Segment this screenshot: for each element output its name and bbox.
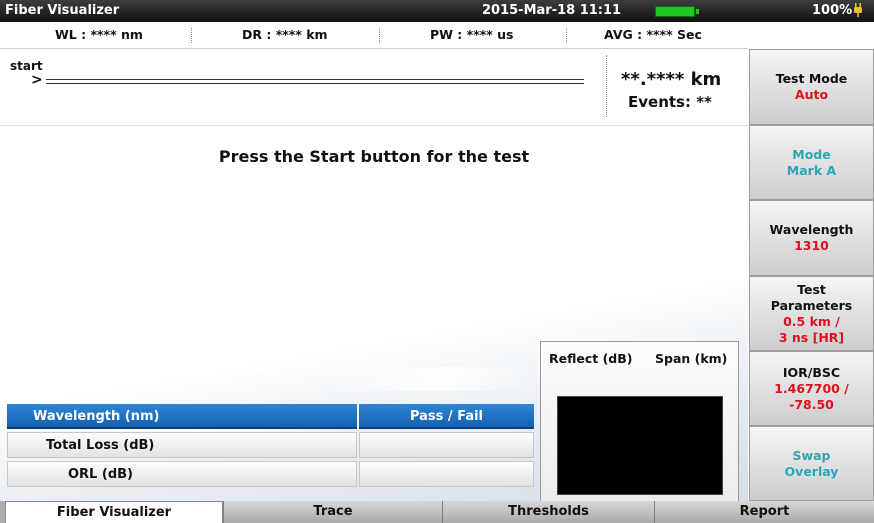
wavelength-label: Wavelength bbox=[769, 222, 854, 237]
swap-overlay-label-1: Swap bbox=[792, 447, 831, 463]
divider bbox=[566, 28, 567, 43]
divider bbox=[379, 28, 380, 43]
wavelength-header: Wavelength (nm) bbox=[33, 409, 160, 424]
test-parameters-label-1: Test bbox=[797, 281, 826, 297]
fiber-link-line bbox=[46, 79, 584, 84]
test-parameters-label-2: Parameters bbox=[770, 297, 853, 313]
total-loss-value bbox=[359, 432, 534, 458]
fiber-length: **.**** km bbox=[621, 69, 722, 90]
start-label: start bbox=[10, 59, 43, 73]
tab-fiber-visualizer[interactable]: Fiber Visualizer bbox=[5, 501, 223, 523]
test-mode-label: Test Mode bbox=[775, 71, 848, 86]
total-loss-label: Total Loss (dB) bbox=[7, 432, 357, 458]
tab-report[interactable]: Report bbox=[654, 501, 874, 523]
battery-tip bbox=[696, 9, 699, 14]
plug-icon bbox=[854, 3, 862, 17]
divider bbox=[191, 28, 192, 43]
decorative-streak bbox=[321, 367, 559, 391]
ior-bsc-value-2: -78.50 bbox=[789, 396, 834, 412]
fiber-summary: start > **.**** km Events: ** bbox=[0, 49, 748, 126]
wavelength-button[interactable]: Wavelength 1310 bbox=[749, 200, 874, 276]
datetime: 2015-Mar-18 11:11 bbox=[482, 3, 622, 18]
ior-bsc-button[interactable]: IOR/BSC 1.467700 / -78.50 bbox=[749, 351, 874, 426]
tab-trace[interactable]: Trace bbox=[223, 501, 442, 523]
averaging-info: AVG : **** Sec bbox=[604, 27, 702, 42]
event-panel: Reflect (dB) Span (km) bbox=[540, 341, 739, 501]
mode-value: Mark A bbox=[786, 162, 837, 178]
event-display bbox=[557, 396, 723, 495]
ior-bsc-label: IOR/BSC bbox=[782, 364, 841, 380]
pulse-width-info: PW : **** us bbox=[430, 27, 514, 42]
title-bar: Fiber Visualizer 2015-Mar-18 11:11 100% bbox=[0, 0, 874, 22]
span-label: Span (km) bbox=[655, 351, 728, 366]
start-prompt: Press the Start button for the test bbox=[218, 147, 530, 166]
test-mode-button[interactable]: Test Mode Auto bbox=[749, 49, 874, 125]
wavelength-value: 1310 bbox=[794, 238, 829, 253]
distance-range-info: DR : **** km bbox=[242, 27, 328, 42]
pass-fail-header: Pass / Fail bbox=[359, 404, 534, 429]
mode-label: Mode bbox=[792, 146, 831, 162]
results-table: Wavelength (nm) Pass / Fail Total Loss (… bbox=[7, 404, 536, 492]
test-parameters-button[interactable]: Test Parameters 0.5 km / 3 ns [HR] bbox=[749, 276, 874, 351]
side-panel: Test Mode Auto Mode Mark A Wavelength 13… bbox=[749, 49, 874, 501]
swap-overlay-button[interactable]: Swap Overlay bbox=[749, 426, 874, 501]
event-count: Events: ** bbox=[628, 93, 712, 111]
tab-thresholds[interactable]: Thresholds bbox=[442, 501, 654, 523]
test-parameters-value-2: 3 ns [HR] bbox=[778, 329, 845, 345]
swap-overlay-label-2: Overlay bbox=[784, 463, 839, 479]
start-arrow-icon: > bbox=[31, 72, 43, 88]
divider bbox=[606, 55, 607, 117]
info-bar: WL : **** nm DR : **** km PW : **** us A… bbox=[0, 22, 748, 49]
reflect-label: Reflect (dB) bbox=[549, 351, 633, 366]
ior-bsc-value-1: 1.467700 / bbox=[774, 380, 849, 396]
decorative-streak bbox=[51, 349, 329, 373]
battery-icon bbox=[655, 6, 695, 17]
mode-button[interactable]: Mode Mark A bbox=[749, 125, 874, 200]
tab-bar: Fiber Visualizer Trace Thresholds Report bbox=[0, 501, 874, 523]
app-title: Fiber Visualizer bbox=[5, 3, 120, 18]
table-row: Wavelength (nm) bbox=[7, 404, 357, 429]
battery-percent: 100% bbox=[812, 3, 853, 18]
test-parameters-value-1: 0.5 km / bbox=[783, 313, 840, 329]
orl-value bbox=[359, 461, 534, 487]
test-mode-value: Auto bbox=[794, 87, 829, 102]
orl-label: ORL (dB) bbox=[7, 461, 357, 487]
wavelength-info: WL : **** nm bbox=[55, 27, 143, 42]
